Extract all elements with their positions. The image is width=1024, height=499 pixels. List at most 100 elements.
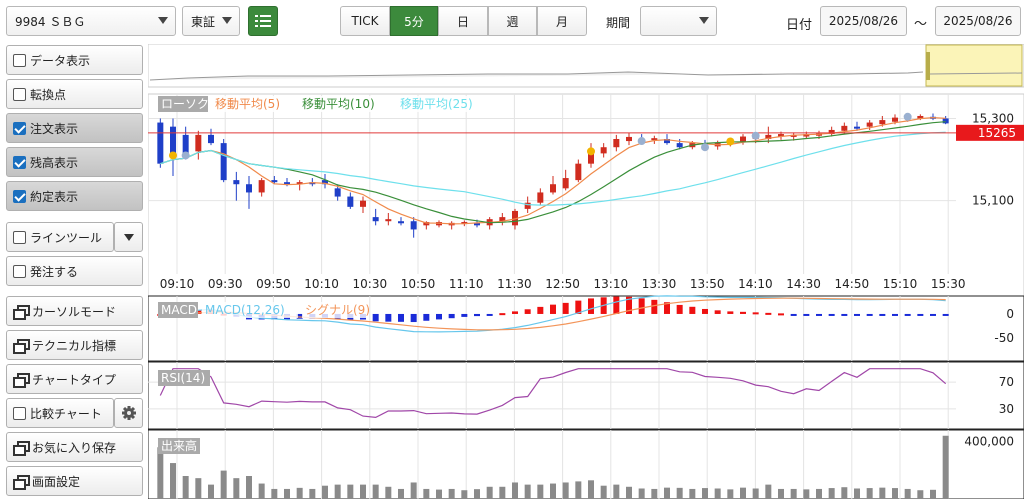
legend-label: RSI(14) [161, 371, 205, 385]
button-label: お気に入り保存 [32, 440, 117, 455]
legend-label: 移動平均(25) [400, 97, 473, 111]
macd-histogram-bar [866, 313, 873, 316]
execution-marker [637, 137, 646, 146]
toggle-line-tool[interactable]: ラインツール [6, 222, 114, 252]
gear-icon [121, 406, 136, 420]
x-tick-label: 13:10 [594, 277, 629, 291]
tab-5min-label: 5分 [404, 14, 424, 29]
volume-panel: 400,000 出来高 [148, 429, 1024, 499]
volume-bar [892, 488, 898, 499]
tab-tick[interactable]: TICK [340, 6, 390, 36]
legend-item: 移動平均(25) [397, 96, 491, 112]
macd-histogram-bar [499, 313, 506, 316]
checkbox-icon [13, 230, 26, 244]
navigator-range-window[interactable] [925, 44, 1023, 87]
volume-bar [512, 482, 518, 499]
volume-bar [347, 484, 354, 499]
screen-settings-button[interactable]: 画面設定 [6, 466, 143, 496]
volume-bar [626, 486, 632, 499]
checkbox-checked-icon [13, 155, 26, 169]
date-label: 日付 [786, 18, 813, 33]
tab-5min[interactable]: 5分 [390, 6, 438, 36]
exchange-value: 東証 [191, 14, 216, 29]
volume-bar [233, 478, 240, 499]
candle-body [195, 134, 202, 152]
line-tool-dropdown-button[interactable] [114, 222, 143, 252]
toggle-order-display[interactable]: 注文表示 [6, 113, 143, 143]
macd-histogram-bar [410, 313, 417, 323]
navigator-handle-left[interactable] [926, 52, 930, 80]
x-tick-label: 13:30 [642, 277, 677, 291]
volume-bar [423, 488, 430, 499]
tab-week[interactable]: 週 [488, 6, 537, 36]
cursor-mode-button[interactable]: カーソルモード [6, 296, 143, 326]
volume-bar [600, 485, 607, 499]
candle-body [550, 184, 556, 193]
symbol-value: 9984 ＳＢＧ [15, 14, 86, 29]
macd-histogram-bar [879, 313, 886, 316]
candle-body [170, 126, 176, 156]
execution-marker [726, 137, 735, 146]
execution-marker [181, 151, 190, 160]
list-menu-button[interactable] [248, 6, 278, 36]
macd-histogram-bar [385, 313, 392, 322]
symbol-select[interactable]: 9984 ＳＢＧ [6, 6, 176, 36]
toggle-execution-display[interactable]: 約定表示 [6, 181, 143, 211]
date-from-input[interactable]: 2025/08/26 [820, 6, 907, 36]
exchange-select[interactable]: 東証 [182, 6, 240, 36]
toggle-label: 転換点 [30, 87, 67, 102]
volume-bar [360, 484, 366, 499]
toggle-compare-chart[interactable]: 比較チャート [6, 398, 114, 428]
volume-bar [208, 484, 214, 499]
candle-body [372, 217, 379, 222]
volume-bar [474, 489, 480, 499]
chevron-down-icon [699, 17, 709, 24]
tab-month[interactable]: 月 [537, 6, 587, 36]
checkbox-icon [13, 53, 26, 67]
tab-tick-label: TICK [351, 14, 379, 28]
legend-label: シグナル(9) [305, 303, 370, 317]
chart-area[interactable]: 09:10 09:30 09:50 10:10 10:30 10:50 11:10 11:30… [148, 44, 1024, 499]
volume-bar [195, 478, 202, 499]
volume-bar [790, 488, 797, 499]
macd-histogram-bar [854, 313, 860, 316]
period-select[interactable] [640, 6, 717, 36]
volume-bar [942, 435, 949, 499]
macd-histogram-bar [752, 312, 759, 315]
toggle-balance-display[interactable]: 残高表示 [6, 147, 143, 177]
candle-body [385, 219, 392, 222]
macd-histogram-bar [892, 313, 898, 316]
y-tick-label: 15,100 [972, 194, 1014, 208]
candle-body [537, 192, 544, 203]
volume-bar [372, 484, 379, 499]
toggle-place-order[interactable]: 発注する [6, 256, 143, 286]
candle-body [398, 221, 404, 224]
macd-histogram-bar [841, 313, 848, 316]
macd-histogram-bar [917, 313, 924, 316]
chart-type-button[interactable]: チャートタイプ [6, 364, 143, 394]
volume-bar [575, 481, 582, 499]
candle-body [613, 139, 620, 148]
navigator-panel[interactable] [148, 44, 1024, 88]
button-label: チャートタイプ [32, 372, 116, 387]
compare-settings-button[interactable] [114, 398, 143, 428]
toggle-label: データ表示 [30, 53, 91, 68]
candle-body [220, 143, 227, 181]
legend-label: 出来高 [161, 438, 197, 453]
toggle-turning-point[interactable]: 転換点 [6, 79, 143, 109]
execution-marker [701, 143, 709, 152]
candle-body [233, 180, 240, 185]
execution-marker [903, 112, 912, 121]
toggle-data-display[interactable]: データ表示 [6, 45, 143, 75]
save-favorites-button[interactable]: お気に入り保存 [6, 432, 143, 462]
macd-histogram-bar [550, 304, 556, 314]
legend-label: ローソク [161, 97, 209, 111]
technical-indicator-button[interactable]: テクニカル指標 [6, 330, 143, 360]
macd-histogram-bar [828, 313, 835, 316]
tab-day[interactable]: 日 [438, 6, 488, 36]
toggle-label: 注文表示 [30, 121, 79, 136]
candle-body [626, 136, 632, 142]
x-tick-label: 09:10 [160, 277, 195, 291]
volume-bar [613, 484, 620, 499]
date-to-input[interactable]: 2025/08/26 [935, 6, 1021, 36]
